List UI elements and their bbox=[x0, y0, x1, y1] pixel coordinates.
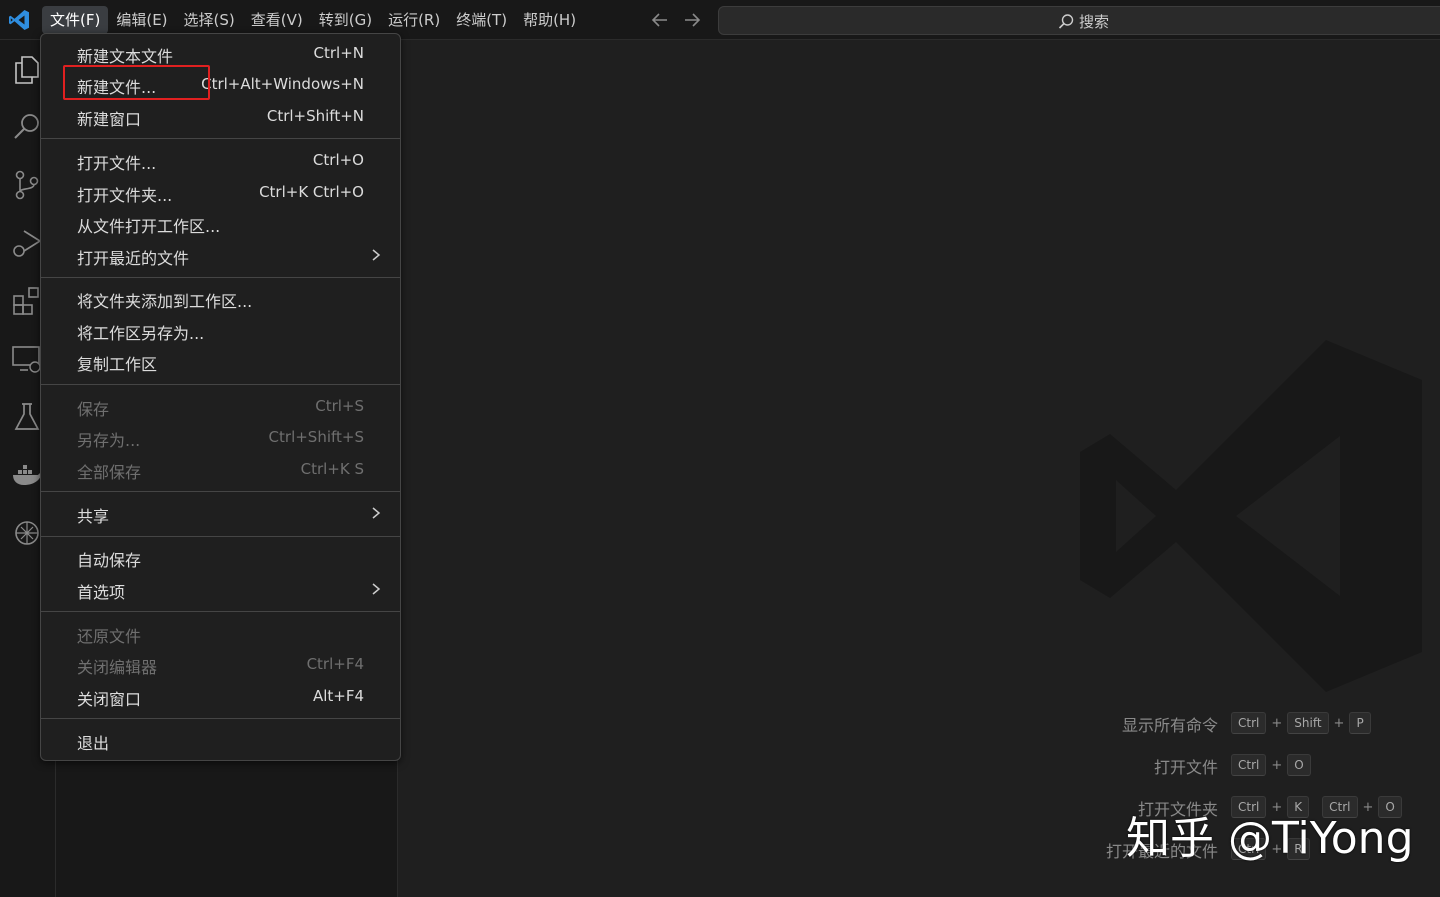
menu-item-label: 自动保存 bbox=[77, 551, 142, 570]
file-menu-dropdown: 新建文本文件 Ctrl+N 新建文件... Ctrl+Alt+Windows+N… bbox=[40, 33, 401, 761]
vscode-watermark-icon bbox=[1080, 340, 1422, 692]
menu-item-label: 将工作区另存为... bbox=[77, 324, 205, 343]
shortcut-label: 打开文件 bbox=[1153, 758, 1218, 777]
key-plus: + bbox=[1271, 757, 1283, 773]
chatgpt-icon[interactable] bbox=[10, 516, 44, 550]
menu-item-label: 打开文件... bbox=[77, 154, 157, 173]
menu-item-save-as: 另存为... Ctrl+Shift+S bbox=[41, 422, 400, 453]
menu-item-shortcut: Ctrl+K S bbox=[300, 460, 364, 478]
menu-item-save-workspace-as[interactable]: 将工作区另存为... bbox=[41, 315, 400, 346]
chevron-right-icon bbox=[372, 583, 381, 595]
navigation-arrows bbox=[650, 9, 702, 31]
run-debug-icon[interactable] bbox=[10, 226, 44, 260]
menu-item-close-editor: 关闭编辑器 Ctrl+F4 bbox=[41, 649, 400, 680]
menu-item-label: 打开最近的文件 bbox=[77, 249, 190, 268]
menu-item-share[interactable]: 共享 bbox=[41, 498, 400, 529]
menu-item-label: 共享 bbox=[77, 507, 110, 526]
menu-item-label: 关闭编辑器 bbox=[77, 658, 158, 677]
menu-go[interactable]: 转到(G) bbox=[311, 6, 380, 34]
menu-item-shortcut: Ctrl+N bbox=[313, 44, 364, 62]
key-cap: P bbox=[1349, 712, 1371, 734]
key-plus: + bbox=[1333, 715, 1345, 731]
menu-item-open-file[interactable]: 打开文件... Ctrl+O bbox=[41, 145, 400, 176]
back-arrow-icon[interactable] bbox=[650, 9, 670, 31]
menu-item-shortcut: Ctrl+O bbox=[312, 151, 364, 169]
menu-separator bbox=[41, 138, 400, 139]
menu-separator bbox=[41, 277, 400, 278]
chevron-right-icon bbox=[372, 249, 381, 261]
menu-item-label: 退出 bbox=[77, 734, 110, 753]
menu-file[interactable]: 文件(F) bbox=[42, 6, 109, 34]
menu-item-revert-file: 还原文件 bbox=[41, 618, 400, 649]
search-label: 搜索 bbox=[1079, 13, 1110, 31]
menu-item-label: 新建窗口 bbox=[77, 110, 142, 129]
search-icon[interactable] bbox=[10, 110, 44, 144]
menu-edit[interactable]: 编辑(E) bbox=[108, 6, 175, 34]
extensions-icon[interactable] bbox=[10, 284, 44, 318]
menu-run[interactable]: 运行(R) bbox=[380, 6, 448, 34]
menu-item-label: 关闭窗口 bbox=[77, 690, 142, 709]
menu-item-new-window[interactable]: 新建窗口 Ctrl+Shift+N bbox=[41, 101, 400, 132]
menu-item-exit[interactable]: 退出 bbox=[41, 725, 400, 756]
highlight-box bbox=[63, 65, 210, 100]
source-control-icon[interactable] bbox=[10, 168, 44, 202]
menu-item-auto-save[interactable]: 自动保存 bbox=[41, 542, 400, 573]
menu-item-close-window[interactable]: 关闭窗口 Alt+F4 bbox=[41, 681, 400, 712]
menu-item-duplicate-workspace[interactable]: 复制工作区 bbox=[41, 346, 400, 377]
key-cap: O bbox=[1287, 754, 1311, 776]
menu-separator bbox=[41, 491, 400, 492]
menu-help[interactable]: 帮助(H) bbox=[515, 6, 584, 34]
vscode-logo-icon bbox=[9, 10, 29, 30]
docker-icon[interactable] bbox=[10, 458, 44, 492]
menu-item-preferences[interactable]: 首选项 bbox=[41, 574, 400, 605]
command-center-search[interactable]: 搜索 bbox=[718, 6, 1440, 35]
menu-item-shortcut: Ctrl+K Ctrl+O bbox=[259, 183, 364, 201]
menu-item-open-folder[interactable]: 打开文件夹... Ctrl+K Ctrl+O bbox=[41, 177, 400, 208]
zhihu-watermark: 知乎 @TiYong bbox=[1126, 813, 1414, 864]
menu-item-label: 保存 bbox=[77, 400, 110, 419]
forward-arrow-icon[interactable] bbox=[682, 9, 702, 31]
menu-item-save: 保存 Ctrl+S bbox=[41, 391, 400, 422]
menu-item-shortcut: Ctrl+F4 bbox=[306, 655, 364, 673]
menu-item-add-folder-to-workspace[interactable]: 将文件夹添加到工作区... bbox=[41, 283, 400, 314]
menu-view[interactable]: 查看(V) bbox=[243, 6, 311, 34]
menu-item-label: 全部保存 bbox=[77, 463, 142, 482]
menu-bar: 文件(F) 编辑(E) 选择(S) 查看(V) 转到(G) 运行(R) 终端(T… bbox=[42, 6, 584, 34]
menu-item-label: 打开文件夹... bbox=[77, 186, 173, 205]
menu-item-shortcut: Alt+F4 bbox=[312, 687, 364, 705]
search-icon bbox=[1058, 13, 1074, 29]
menu-separator bbox=[41, 611, 400, 612]
key-cap: Ctrl bbox=[1231, 712, 1267, 734]
menu-terminal[interactable]: 终端(T) bbox=[448, 6, 515, 34]
menu-item-shortcut: Ctrl+S bbox=[315, 397, 364, 415]
menu-item-save-all: 全部保存 Ctrl+K S bbox=[41, 454, 400, 485]
menu-item-label: 新建文本文件 bbox=[77, 47, 174, 66]
key-cap: Shift bbox=[1287, 712, 1329, 734]
menu-item-label: 还原文件 bbox=[77, 627, 142, 646]
menu-item-open-recent[interactable]: 打开最近的文件 bbox=[41, 240, 400, 271]
editor-area: 显示所有命令 Ctrl + Shift + P 打开文件 Ctrl + O 打开… bbox=[398, 40, 1440, 897]
menu-item-label: 将文件夹添加到工作区... bbox=[77, 292, 253, 311]
menu-item-label: 另存为... bbox=[77, 431, 141, 450]
menu-separator bbox=[41, 384, 400, 385]
remote-explorer-icon[interactable] bbox=[10, 342, 44, 376]
key-plus: + bbox=[1271, 715, 1283, 731]
menu-item-shortcut: Ctrl+Shift+S bbox=[268, 428, 364, 446]
menu-item-shortcut: Ctrl+Alt+Windows+N bbox=[201, 75, 364, 93]
shortcut-label: 显示所有命令 bbox=[1121, 716, 1218, 735]
menu-selection[interactable]: 选择(S) bbox=[176, 6, 243, 34]
menu-item-label: 从文件打开工作区... bbox=[77, 217, 221, 236]
chevron-right-icon bbox=[372, 507, 381, 519]
files-icon[interactable] bbox=[10, 52, 44, 86]
menu-item-shortcut: Ctrl+Shift+N bbox=[266, 107, 364, 125]
testing-icon[interactable] bbox=[10, 400, 44, 434]
menu-separator bbox=[41, 718, 400, 719]
key-cap: Ctrl bbox=[1231, 754, 1267, 776]
menu-separator bbox=[41, 536, 400, 537]
menu-item-open-workspace[interactable]: 从文件打开工作区... bbox=[41, 208, 400, 239]
menu-item-label: 首选项 bbox=[77, 583, 126, 602]
menu-item-label: 复制工作区 bbox=[77, 355, 158, 374]
